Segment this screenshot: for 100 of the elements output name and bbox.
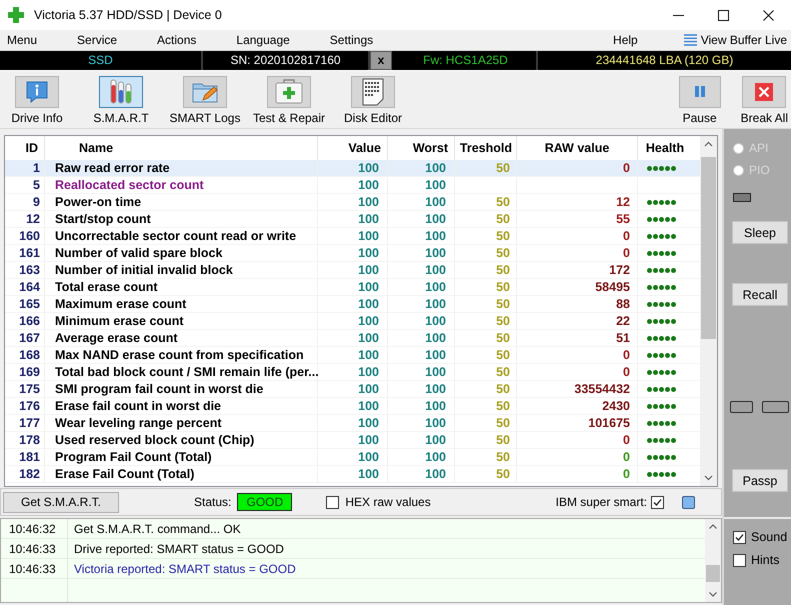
toolbar-button[interactable]: Test & Repair (252, 71, 326, 128)
table-row[interactable]: 175 SMI program fail count in worst die 100 100 50 33554432 (5, 381, 700, 398)
worst-cell: 100 (388, 432, 455, 449)
side-button[interactable]: Sleep (732, 221, 788, 244)
table-row[interactable]: 182 Erase Fail Count (Total) 100 100 50 0 (5, 466, 700, 483)
table-row[interactable]: 165 Maximum erase count 100 100 50 88 (5, 296, 700, 313)
column-header[interactable]: Health (638, 136, 700, 160)
table-row[interactable]: 178 Used reserved block count (Chip) 100 100 50 0 (5, 432, 700, 449)
menu-item[interactable]: Service (77, 33, 118, 47)
scrollbar-thumb[interactable] (706, 565, 720, 582)
side-button[interactable]: Recall (732, 283, 788, 306)
name-cell: Raw read error rate (45, 160, 318, 177)
threshold-cell: 50 (455, 347, 517, 364)
name-cell: Uncorrectable sector count read or write (45, 228, 318, 245)
checkbox-label: Hints (751, 553, 780, 567)
name-cell: Total bad block count / SMI remain life (per... (45, 364, 318, 381)
checkbox[interactable] (733, 530, 746, 544)
table-row[interactable]: 166 Minimum erase count 100 100 50 22 (5, 313, 700, 330)
scrollbar-thumb[interactable] (701, 157, 716, 339)
raw-value-cell: 12 (517, 194, 638, 211)
threshold-cell: 50 (455, 415, 517, 432)
raw-value-cell: 0 (517, 245, 638, 262)
worst-cell: 100 (388, 262, 455, 279)
value-cell: 100 (318, 398, 388, 415)
threshold-cell: 50 (455, 194, 517, 211)
table-row[interactable]: 181 Program Fail Count (Total) 100 100 50 0 (5, 449, 700, 466)
cross-icon (8, 7, 24, 23)
value-cell: 100 (318, 262, 388, 279)
raw-value-cell: 58495 (517, 279, 638, 296)
worst-cell: 100 (388, 228, 455, 245)
table-row[interactable]: 161 Number of valid spare block 100 100 50 0 (5, 245, 700, 262)
value-cell: 100 (318, 313, 388, 330)
log-time: 10:46:33 (1, 558, 68, 578)
window-title: Victoria 5.37 HDD/SSD | Device 0 (34, 8, 222, 22)
id-cell: 182 (5, 466, 45, 483)
threshold-cell: 50 (455, 296, 517, 313)
name-cell: SMI program fail count in worst die (45, 381, 318, 398)
table-row[interactable]: 9 Power-on time 100 100 50 12 (5, 194, 700, 211)
value-cell: 100 (318, 296, 388, 313)
worst-cell: 100 (388, 347, 455, 364)
side-button[interactable]: Passp (732, 469, 788, 492)
log-time: 10:46:33 (1, 538, 68, 558)
raw-value-cell: 172 (517, 262, 638, 279)
value-cell: 100 (318, 228, 388, 245)
value-cell: 100 (318, 364, 388, 381)
toolbar-button[interactable]: SMART Logs (168, 71, 242, 128)
threshold-cell: 50 (455, 466, 517, 483)
menu-item[interactable]: Settings (330, 33, 374, 47)
table-row[interactable]: 12 Start/stop count 100 100 50 55 (5, 211, 700, 228)
worst-cell: 100 (388, 381, 455, 398)
table-row[interactable]: 168 Max NAND erase count from specification 100 100 50 0 (5, 347, 700, 364)
toolbar-button[interactable]: Disk Editor (336, 71, 410, 128)
id-cell: 175 (5, 381, 45, 398)
name-cell: Maximum erase count (45, 296, 318, 313)
threshold-cell: 50 (455, 245, 517, 262)
table-row[interactable]: 177 Wear leveling range percent 100 100 50 101675 (5, 415, 700, 432)
checkbox-label: IBM super smart: (556, 495, 647, 509)
toolbar-button[interactable]: Break All (740, 71, 788, 128)
table-row[interactable]: 1 Raw read error rate 100 100 50 0 (5, 160, 700, 177)
view-buffer-live-button[interactable]: View Buffer Live (700, 33, 787, 47)
name-cell: Program Fail Count (Total) (45, 449, 318, 466)
table-row[interactable]: 163 Number of initial invalid block 100 100 50 172 (5, 262, 700, 279)
threshold-cell: 50 (455, 330, 517, 347)
raw-value-cell: 0 (517, 160, 638, 177)
worst-cell: 100 (388, 398, 455, 415)
toolbar-button[interactable]: Drive Info (0, 71, 74, 128)
close-button[interactable]: x (370, 51, 392, 70)
scrollbar[interactable] (705, 519, 721, 602)
table-row[interactable]: 169 Total bad block count / SMI remain life (per... 100 100 50 0 (5, 364, 700, 381)
checkbox[interactable] (733, 554, 746, 566)
toolbar-button[interactable]: S.M.A.R.T (84, 71, 158, 128)
worst-cell: 100 (388, 177, 455, 194)
value-cell: 100 (318, 330, 388, 347)
checkbox[interactable] (326, 496, 340, 508)
menu-item[interactable]: Actions (157, 33, 196, 47)
value-cell: 100 (318, 279, 388, 296)
scrollbar[interactable] (700, 136, 717, 486)
firmware-label: Fw: HCS1A25D (395, 51, 538, 70)
status-label: Status: (194, 495, 232, 509)
get-smart-button[interactable]: Get S.M.A.R.T. (3, 492, 119, 512)
toolbar-button[interactable]: Pause (678, 71, 721, 128)
raw-value-cell: 2430 (517, 398, 638, 415)
document-icon (351, 76, 395, 108)
raw-value-cell: 55 (517, 211, 638, 228)
name-cell: Start/stop count (45, 211, 318, 228)
menu-item[interactable]: Language (236, 33, 290, 47)
table-row[interactable]: 5 Reallocated sector count 100 100 (5, 177, 700, 194)
table-row[interactable]: 160 Uncorrectable sector count read or write 100 100 50 0 (5, 228, 700, 245)
raw-value-cell: 0 (517, 449, 638, 466)
menu-item[interactable]: Menu (7, 33, 38, 47)
id-cell: 9 (5, 194, 45, 211)
menu-item[interactable]: Help (613, 33, 638, 47)
table-row[interactable]: 167 Average erase count 100 100 50 51 (5, 330, 700, 347)
checkbox[interactable] (651, 496, 664, 508)
table-row[interactable]: 176 Erase fail count in worst die 100 100 50 2430 (5, 398, 700, 415)
color-swatch-icon[interactable] (682, 496, 695, 508)
threshold-cell: 50 (455, 228, 517, 245)
table-row[interactable]: 164 Total erase count 100 100 50 58495 (5, 279, 700, 296)
worst-cell: 100 (388, 415, 455, 432)
raw-value-cell: 88 (517, 296, 638, 313)
